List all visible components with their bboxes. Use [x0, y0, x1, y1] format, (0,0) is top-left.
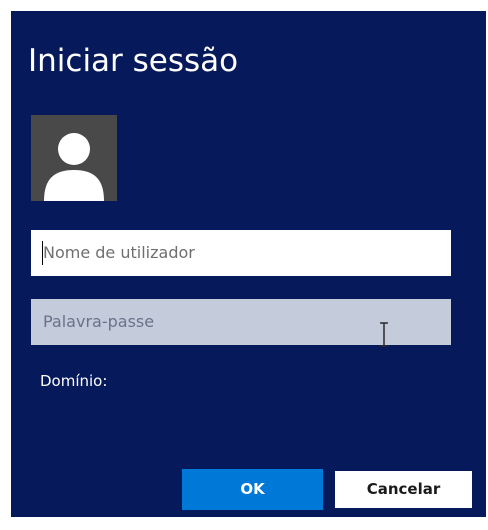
text-cursor-icon	[378, 322, 390, 347]
sign-in-dialog: Iniciar sessão Domínio: OK Cancelar	[11, 11, 486, 517]
text-caret	[42, 241, 43, 265]
username-input[interactable]	[31, 230, 451, 276]
user-silhouette-icon	[44, 133, 104, 201]
user-avatar	[31, 115, 117, 201]
ok-button[interactable]: OK	[182, 469, 323, 510]
domain-label: Domínio:	[40, 372, 108, 390]
dialog-title: Iniciar sessão	[28, 43, 239, 79]
cancel-button[interactable]: Cancelar	[333, 469, 474, 510]
